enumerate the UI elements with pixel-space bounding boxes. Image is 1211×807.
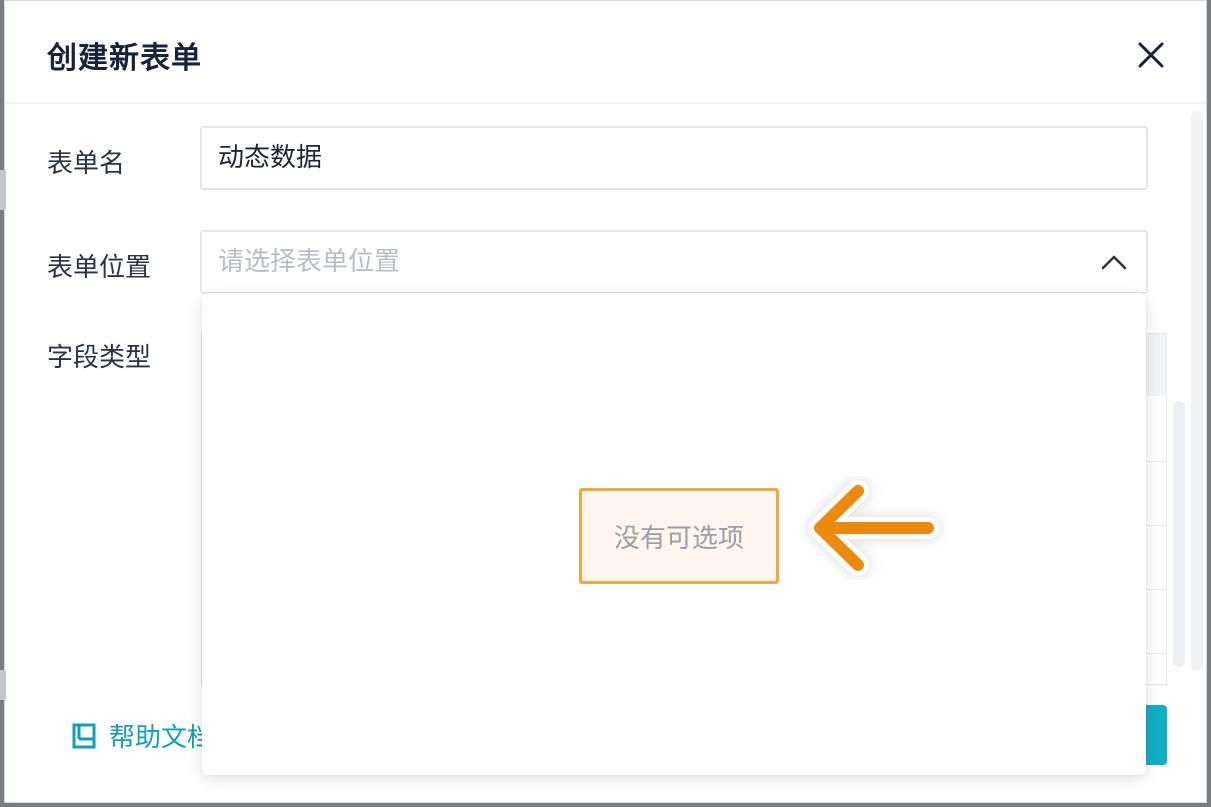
help-docs-label: 帮助文档: [109, 723, 214, 753]
chevron-up-icon: [1101, 255, 1127, 270]
background-fragment: [0, 170, 6, 210]
dialog-title: 创建新表单: [47, 41, 202, 76]
pointer-arrow-icon: [807, 478, 941, 578]
form-name-label: 表单名: [47, 149, 126, 179]
table-scrollbar[interactable]: [1173, 401, 1185, 667]
close-icon[interactable]: [1133, 37, 1169, 73]
book-icon: [72, 723, 96, 748]
form-location-label: 表单位置: [47, 253, 152, 283]
form-name-input[interactable]: 动态数据: [200, 126, 1148, 190]
location-dropdown: 没有可选项: [202, 293, 1146, 775]
field-type-label: 字段类型: [47, 343, 152, 373]
create-form-dialog: 创建新表单 表单名 动态数据 表单位置 请选择表单位置 字段类型 帮助文档 没有…: [4, 0, 1207, 803]
background-fragment: [0, 670, 6, 700]
help-docs-link[interactable]: 帮助文档: [71, 717, 213, 754]
form-location-select[interactable]: 请选择表单位置: [200, 230, 1148, 294]
empty-options-text: 没有可选项: [579, 488, 779, 584]
location-placeholder: 请选择表单位置: [218, 247, 401, 277]
dialog-scrollbar[interactable]: [1191, 111, 1203, 671]
dialog-header: 创建新表单: [5, 1, 1206, 104]
